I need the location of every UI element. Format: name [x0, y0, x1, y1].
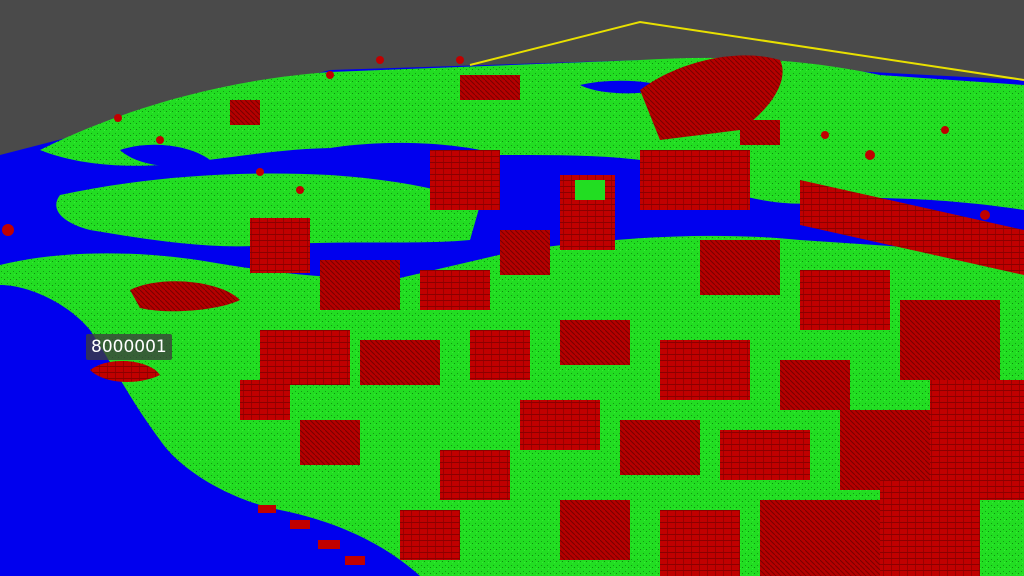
voxel-city-scene[interactable] — [0, 0, 1024, 576]
entity-id-label[interactable]: 8000001 — [86, 334, 172, 360]
3d-viewport[interactable]: 8000001 — [0, 0, 1024, 576]
